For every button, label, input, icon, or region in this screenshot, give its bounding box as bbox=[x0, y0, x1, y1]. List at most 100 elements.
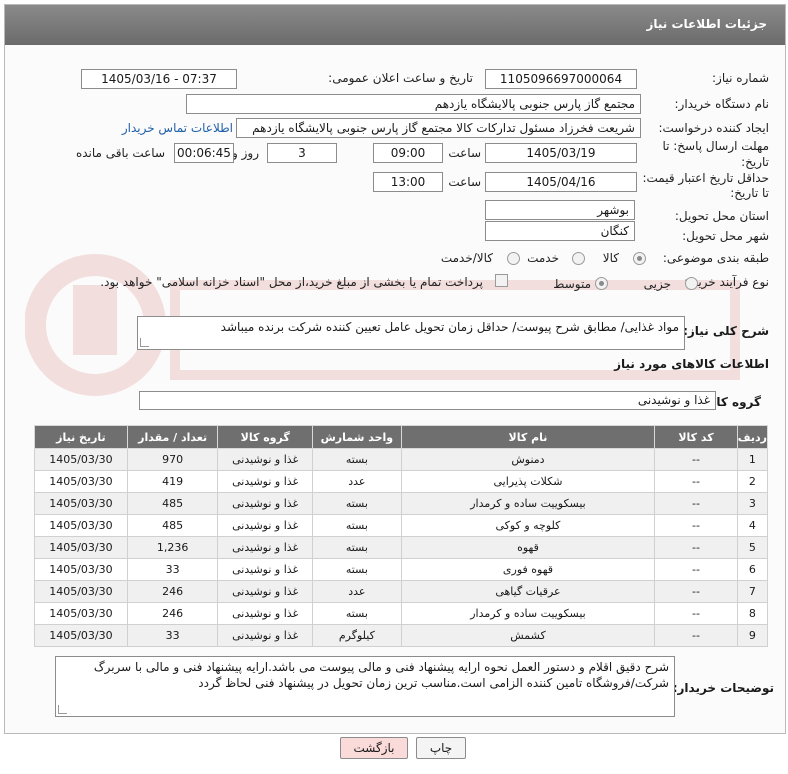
cell-quantity: 33 bbox=[126, 558, 219, 581]
table-row: 3 -- بیسکوییت ساده و کرمدار بسته غذا و نوشید… bbox=[34, 492, 769, 515]
cell-date: 1405/03/30 bbox=[34, 580, 128, 603]
province-label: استان محل تحویل: bbox=[674, 209, 769, 223]
cell-group: غذا و نوشیدنی bbox=[217, 558, 314, 581]
table-row: 1 -- دمنوش بسته غذا و نوشیدنی 970 1405/03/30 bbox=[34, 448, 769, 471]
category-option-goods-service: کالا/خدمت bbox=[440, 251, 493, 265]
cell-quantity: 33 bbox=[126, 624, 219, 647]
cell-group: غذا و نوشیدنی bbox=[217, 492, 314, 515]
cell-quantity: 1,236 bbox=[126, 536, 219, 559]
category-option-goods: کالا bbox=[602, 251, 619, 265]
cell-unit: عدد bbox=[312, 580, 402, 603]
cell-unit: بسته bbox=[312, 448, 402, 471]
category-radio-service[interactable] bbox=[572, 252, 585, 265]
goods-section-title: اطلاعات کالاهای مورد نیاز bbox=[614, 357, 769, 371]
col-name: نام کالا bbox=[400, 425, 656, 449]
cell-quantity: 419 bbox=[126, 470, 219, 493]
table-row: 7 -- عرقیات گیاهی عدد غذا و نوشیدنی 246 1405/0… bbox=[34, 580, 769, 603]
category-label: طبقه بندی موضوعی: bbox=[662, 251, 769, 265]
cell-unit: بسته bbox=[312, 602, 402, 625]
cell-name: کشمش bbox=[400, 624, 656, 647]
cell-name: کلوچه و کوکی bbox=[400, 514, 656, 537]
resize-grip-icon[interactable] bbox=[140, 338, 149, 347]
category-option-service: خدمت bbox=[527, 251, 559, 265]
cell-row: 2 bbox=[736, 470, 769, 493]
creator-field: شریعت فخرزاد مسئول تدارکات کالا مجتمع گا… bbox=[236, 118, 641, 138]
print-button[interactable]: چاپ bbox=[416, 737, 466, 759]
cell-name: قهوه bbox=[400, 536, 656, 559]
cell-code: -- bbox=[654, 492, 738, 515]
col-row: ردیف bbox=[736, 425, 769, 449]
deadline-time-field: 09:00 bbox=[373, 143, 443, 163]
cell-row: 8 bbox=[736, 602, 769, 625]
deadline-date-field: 1405/03/19 bbox=[485, 143, 637, 163]
cell-code: -- bbox=[654, 580, 738, 603]
goods-group-field: غذا و نوشیدنی bbox=[139, 391, 716, 410]
cell-quantity: 246 bbox=[126, 602, 219, 625]
panel-header: جزئیات اطلاعات نیاز bbox=[5, 5, 785, 45]
deadline-label: مهلت ارسال پاسخ: تا bbox=[662, 139, 769, 153]
cell-code: -- bbox=[654, 448, 738, 471]
cell-quantity: 246 bbox=[126, 580, 219, 603]
city-label: شهر محل تحویل: bbox=[682, 229, 769, 243]
table-row: 8 -- بیسکوییت ساده و کرمدار بسته غذا و نوشید… bbox=[34, 602, 769, 625]
validity-time-label: ساعت bbox=[448, 175, 481, 189]
goods-table-header: ردیف کد کالا نام کالا واحد شمارش گروه کا… bbox=[34, 425, 769, 449]
cell-row: 9 bbox=[736, 624, 769, 647]
table-row: 4 -- کلوچه و کوکی بسته غذا و نوشیدنی 485 1405/… bbox=[34, 514, 769, 537]
buyer-label: نام دستگاه خریدار: bbox=[674, 97, 770, 111]
cell-group: غذا و نوشیدنی bbox=[217, 536, 314, 559]
cell-date: 1405/03/30 bbox=[34, 514, 128, 537]
treasury-payment-checkbox[interactable] bbox=[495, 274, 508, 287]
cell-group: غذا و نوشیدنی bbox=[217, 580, 314, 603]
cell-group: غذا و نوشیدنی bbox=[217, 470, 314, 493]
category-radio-goods[interactable] bbox=[633, 252, 646, 265]
table-row: 2 -- شکلات پذیرایی عدد غذا و نوشیدنی 419 1405/… bbox=[34, 470, 769, 493]
cell-code: -- bbox=[654, 602, 738, 625]
process-option-minor: جزیی bbox=[643, 277, 671, 291]
cell-row: 4 bbox=[736, 514, 769, 537]
table-row: 5 -- قهوه بسته غذا و نوشیدنی 1,236 1405/03/30 bbox=[34, 536, 769, 559]
days-field: 3 bbox=[267, 143, 337, 163]
process-option-medium: متوسط bbox=[553, 277, 591, 291]
process-radio-minor[interactable] bbox=[685, 277, 698, 290]
cell-name: شکلات پذیرایی bbox=[400, 470, 656, 493]
col-quantity: تعداد / مقدار bbox=[126, 425, 219, 449]
cell-group: غذا و نوشیدنی bbox=[217, 602, 314, 625]
cell-unit: بسته bbox=[312, 514, 402, 537]
cell-row: 3 bbox=[736, 492, 769, 515]
validity-time-field: 13:00 bbox=[373, 172, 443, 192]
cell-code: -- bbox=[654, 624, 738, 647]
remaining-label: ساعت باقی مانده bbox=[75, 146, 165, 160]
goods-table-body: 1 -- دمنوش بسته غذا و نوشیدنی 970 1405/03/30 2-… bbox=[34, 448, 769, 647]
cell-code: -- bbox=[654, 536, 738, 559]
resize-grip-icon[interactable] bbox=[58, 705, 67, 714]
cell-date: 1405/03/30 bbox=[34, 558, 128, 581]
table-row: 6 -- قهوه فوری بسته غذا و نوشیدنی 33 1405/03/3… bbox=[34, 558, 769, 581]
creator-label: ایجاد کننده درخواست: bbox=[658, 121, 769, 135]
cell-group: غذا و نوشیدنی bbox=[217, 448, 314, 471]
buyer-contact-link[interactable]: اطلاعات تماس خریدار bbox=[122, 121, 233, 135]
cell-group: غذا و نوشیدنی bbox=[217, 514, 314, 537]
category-radio-goods-service[interactable] bbox=[507, 252, 520, 265]
cell-row: 7 bbox=[736, 580, 769, 603]
process-radio-medium[interactable] bbox=[595, 277, 608, 290]
back-button[interactable]: بازگشت bbox=[340, 737, 408, 759]
need-number-label: شماره نیاز: bbox=[712, 71, 769, 85]
validity-date-label: تا تاریخ: bbox=[730, 186, 769, 200]
province-field: بوشهر bbox=[485, 200, 635, 220]
validity-date-field: 1405/04/16 bbox=[485, 172, 637, 192]
summary-textarea: مواد غذایی/ مطابق شرح پیوست/ حداقل زمان … bbox=[137, 316, 685, 350]
buyer-name-field: مجتمع گاز پارس جنوبی پالایشگاه یازدهم bbox=[186, 94, 641, 114]
cell-code: -- bbox=[654, 470, 738, 493]
cell-unit: بسته bbox=[312, 492, 402, 515]
cell-date: 1405/03/30 bbox=[34, 492, 128, 515]
announce-datetime-field: 1405/03/16 - 07:37 bbox=[81, 69, 237, 89]
cell-name: قهوه فوری bbox=[400, 558, 656, 581]
city-field: کنگان bbox=[485, 221, 635, 241]
col-date: تاریخ نیاز bbox=[34, 425, 128, 449]
deadline-date-label: تاریخ: bbox=[741, 155, 769, 169]
cell-code: -- bbox=[654, 514, 738, 537]
cell-row: 5 bbox=[736, 536, 769, 559]
cell-date: 1405/03/30 bbox=[34, 624, 128, 647]
buyer-notes-text: شرح دقیق اقلام و دستور العمل نحوه ارایه … bbox=[93, 660, 669, 690]
